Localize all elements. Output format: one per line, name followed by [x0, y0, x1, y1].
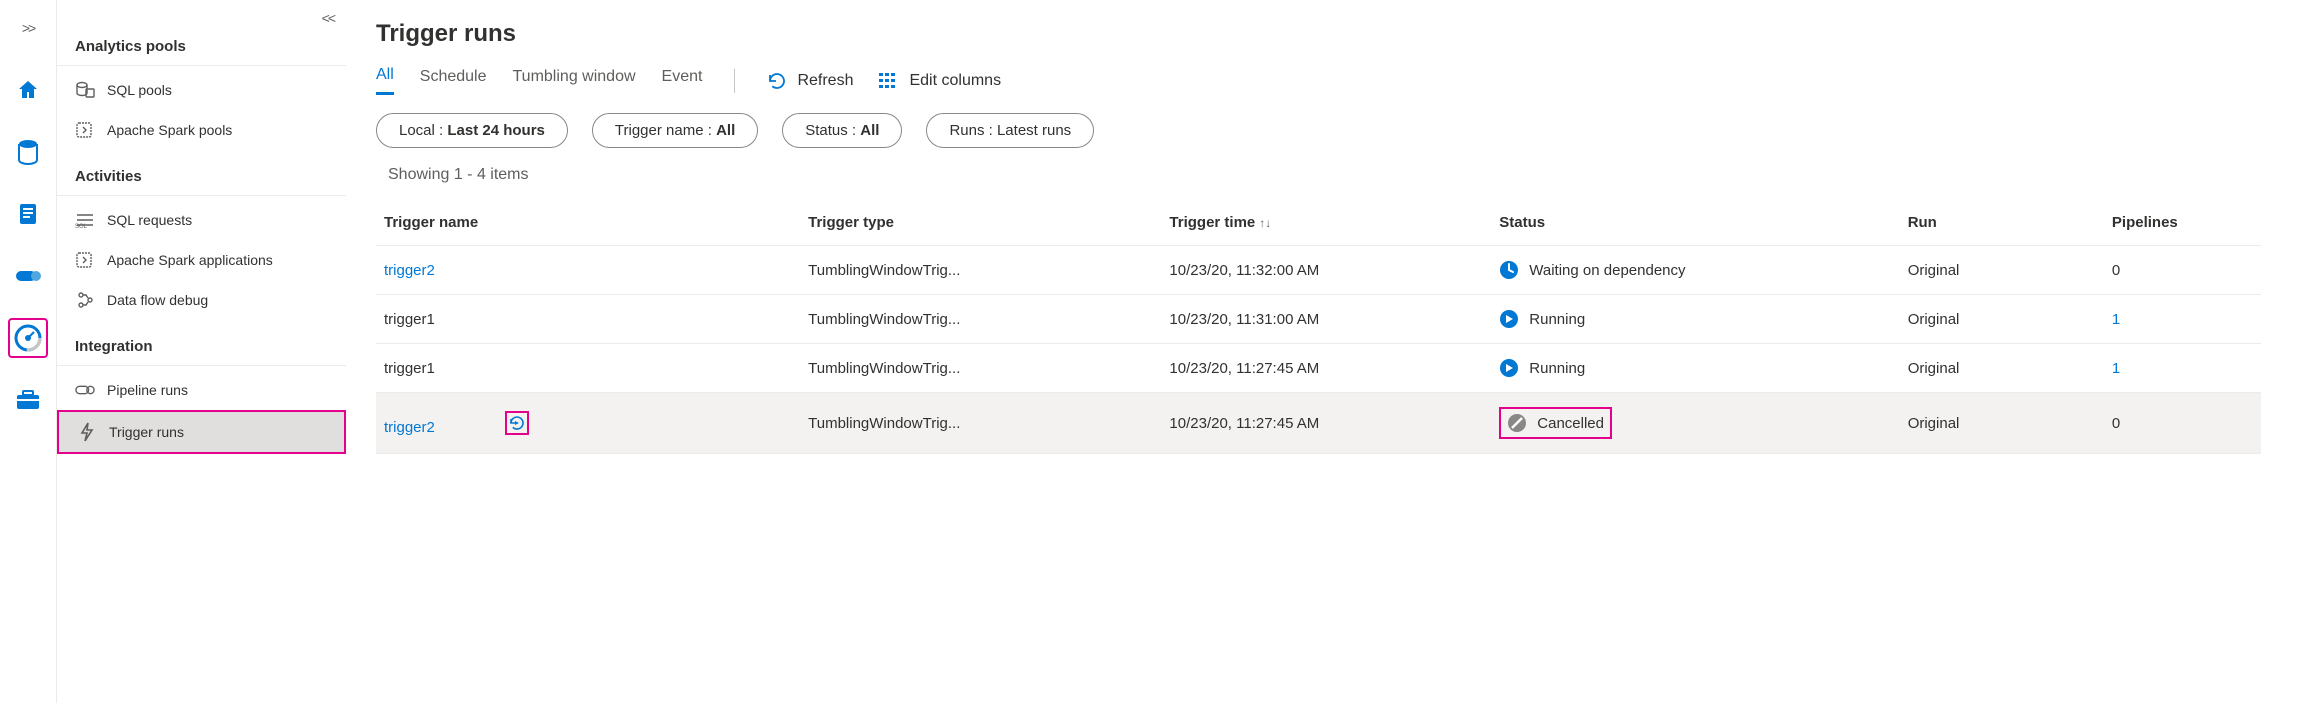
nav-develop[interactable] [8, 256, 48, 296]
spark-pool-icon [75, 120, 95, 140]
sidebar-item-spark-apps[interactable]: Apache Spark applications [57, 240, 346, 280]
sidebar-item-label: Trigger runs [109, 424, 184, 440]
sidebar-item-trigger-runs[interactable]: Trigger runs [57, 410, 346, 454]
sql-requests-icon: SQL [75, 210, 95, 230]
filter-trigger-name[interactable]: Trigger name : All [592, 113, 758, 148]
nav-home[interactable] [8, 70, 48, 110]
sidebar-item-label: Apache Spark applications [107, 252, 273, 268]
col-trigger-name[interactable]: Trigger name [376, 200, 800, 246]
sidebar-item-label: SQL requests [107, 212, 192, 228]
table-row[interactable]: trigger1 TumblingWindowTrig... 10/23/20,… [376, 344, 2261, 393]
document-icon [17, 202, 39, 226]
collapse-sidebar-button[interactable]: << [322, 10, 334, 26]
columns-icon [879, 73, 899, 89]
refresh-icon [767, 71, 787, 91]
spark-apps-icon [75, 250, 95, 270]
pipeline-runs-icon [75, 380, 95, 400]
chevron-right-icon: >> [22, 20, 34, 36]
edit-columns-label: Edit columns [909, 72, 1001, 90]
sidebar: << Analytics pools SQL pools Apache Spar… [56, 0, 346, 703]
sidebar-item-dataflow-debug[interactable]: Data flow debug [57, 280, 346, 320]
tab-event[interactable]: Event [662, 68, 703, 94]
table-header-row: Trigger name Trigger type Trigger time↑↓… [376, 200, 2261, 246]
pipelines-link[interactable]: 1 [2112, 311, 2120, 328]
pipeline-icon [14, 265, 42, 287]
tabbar: All Schedule Tumbling window Event Refre… [376, 66, 2261, 95]
nav-manage[interactable] [8, 380, 48, 420]
status-cell: Running [1499, 309, 1891, 329]
filter-row: Local : Last 24 hours Trigger name : All… [376, 113, 2261, 148]
expand-rail-button[interactable]: >> [8, 8, 48, 48]
database-icon [17, 139, 39, 165]
section-header-analytics-pools: Analytics pools [57, 8, 346, 66]
tab-tumbling-window[interactable]: Tumbling window [513, 68, 636, 94]
section-header-integration: Integration [57, 320, 346, 366]
nav-data[interactable] [8, 132, 48, 172]
trigger-runs-table: Trigger name Trigger type Trigger time↑↓… [376, 200, 2261, 454]
sidebar-item-label: SQL pools [107, 82, 172, 98]
col-pipelines[interactable]: Pipelines [2104, 200, 2261, 246]
refresh-button[interactable]: Refresh [767, 71, 853, 91]
sidebar-item-pipeline-runs[interactable]: Pipeline runs [57, 370, 346, 410]
toolbox-icon [15, 389, 41, 411]
gauge-icon [14, 324, 42, 352]
home-icon [16, 78, 40, 102]
main-content: Trigger runs All Schedule Tumbling windo… [346, 0, 2301, 703]
col-status[interactable]: Status [1491, 200, 1899, 246]
sidebar-item-label: Data flow debug [107, 292, 208, 308]
trigger-link[interactable]: trigger2 [384, 262, 435, 279]
sort-icon: ↑↓ [1259, 216, 1271, 230]
page-title: Trigger runs [376, 20, 2261, 48]
status-cell: Running [1499, 358, 1891, 378]
status-cell: Waiting on dependency [1499, 260, 1891, 280]
rerun-icon[interactable] [505, 411, 529, 435]
sql-pool-icon [75, 80, 95, 100]
nav-integrate[interactable] [8, 194, 48, 234]
sidebar-item-sql-pools[interactable]: SQL pools [57, 70, 346, 110]
nav-monitor[interactable] [8, 318, 48, 358]
table-row[interactable]: trigger1 TumblingWindowTrig... 10/23/20,… [376, 295, 2261, 344]
filter-runs[interactable]: Runs : Latest runs [926, 113, 1094, 148]
showing-count: Showing 1 - 4 items [388, 166, 2261, 184]
tab-all[interactable]: All [376, 66, 394, 95]
sidebar-item-label: Apache Spark pools [107, 122, 232, 138]
filter-time-range[interactable]: Local : Last 24 hours [376, 113, 568, 148]
trigger-link[interactable]: trigger2 [384, 419, 435, 436]
status-cell: Cancelled [1499, 407, 1612, 439]
filter-status[interactable]: Status : All [782, 113, 902, 148]
table-row[interactable]: trigger2 TumblingWindowTrig... 10/23/20,… [376, 393, 2261, 454]
trigger-runs-icon [77, 422, 97, 442]
divider [734, 69, 735, 93]
col-trigger-type[interactable]: Trigger type [800, 200, 1161, 246]
refresh-label: Refresh [797, 72, 853, 90]
col-trigger-time[interactable]: Trigger time↑↓ [1161, 200, 1491, 246]
pipelines-link[interactable]: 1 [2112, 360, 2120, 377]
sidebar-item-spark-pools[interactable]: Apache Spark pools [57, 110, 346, 150]
section-header-activities: Activities [57, 150, 346, 196]
sidebar-item-sql-requests[interactable]: SQL SQL requests [57, 200, 346, 240]
dataflow-debug-icon [75, 290, 95, 310]
edit-columns-button[interactable]: Edit columns [879, 72, 1001, 90]
icon-rail: >> [0, 0, 56, 703]
tab-schedule[interactable]: Schedule [420, 68, 487, 94]
table-row[interactable]: trigger2 TumblingWindowTrig... 10/23/20,… [376, 246, 2261, 295]
svg-text:SQL: SQL [75, 224, 88, 228]
sidebar-item-label: Pipeline runs [107, 382, 188, 398]
col-run[interactable]: Run [1900, 200, 2104, 246]
